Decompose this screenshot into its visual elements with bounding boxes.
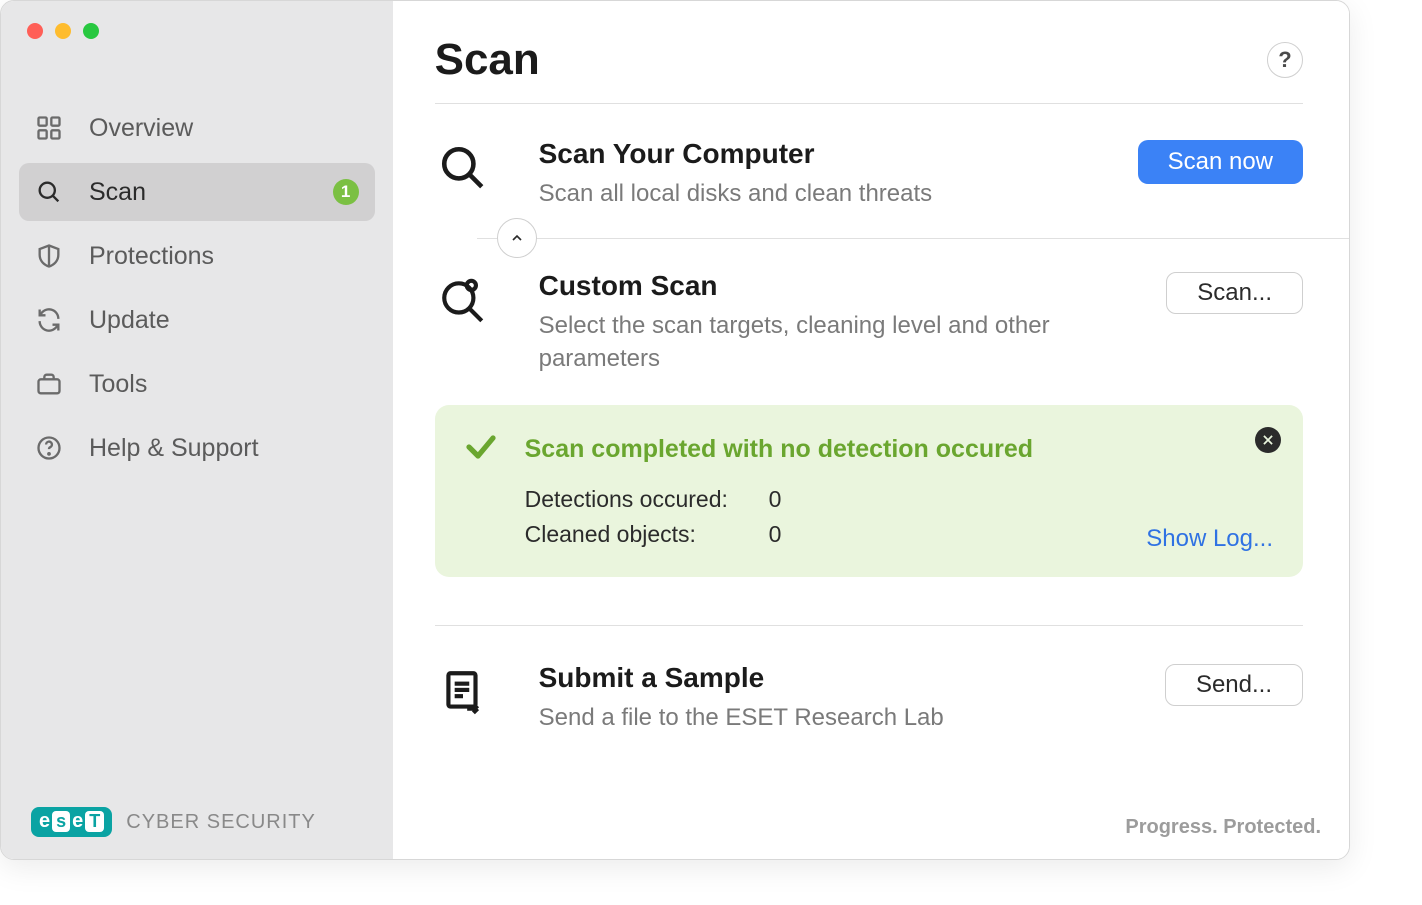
content-header: Scan ? [393, 1, 1349, 103]
minimize-window-button[interactable] [55, 23, 71, 39]
sidebar-item-label: Tools [89, 370, 359, 399]
shield-icon [35, 242, 63, 270]
sidebar-item-help[interactable]: Help & Support [19, 419, 375, 477]
detections-value: 0 [769, 482, 782, 517]
sidebar-item-protections[interactable]: Protections [19, 227, 375, 285]
scan-result-panel: Scan completed with no detection occured… [435, 405, 1303, 577]
page-title: Scan [435, 35, 540, 85]
footer-tagline: Progress. Protected. [1125, 816, 1321, 839]
section-title: Scan Your Computer [539, 138, 1123, 170]
search-icon [35, 178, 63, 206]
cleaned-label: Cleaned objects: [525, 517, 755, 552]
send-sample-button[interactable]: Send... [1165, 664, 1303, 706]
section-scan-computer: Scan Your Computer Scan all local disks … [435, 138, 1303, 210]
overview-icon [35, 114, 63, 142]
sidebar-nav: Overview Scan 1 Protections [1, 99, 393, 477]
magnifier-gear-icon [435, 272, 491, 328]
maximize-window-button[interactable] [83, 23, 99, 39]
window-controls [1, 1, 393, 39]
result-title: Scan completed with no detection occured [525, 435, 1033, 464]
notification-badge: 1 [333, 179, 359, 205]
sidebar: Overview Scan 1 Protections [1, 1, 393, 859]
sidebar-item-scan[interactable]: Scan 1 [19, 163, 375, 221]
brand-sub: CYBER SECURITY [126, 811, 316, 834]
main-content: Scan ? Scan Your Computer Scan all local… [393, 1, 1349, 859]
app-window: Overview Scan 1 Protections [0, 0, 1350, 860]
sidebar-item-label: Help & Support [89, 434, 359, 463]
section-desc: Scan all local disks and clean threats [539, 178, 1123, 210]
section-title: Submit a Sample [539, 662, 1123, 694]
detections-label: Detections occured: [525, 482, 755, 517]
divider [435, 625, 1303, 626]
content-body: Scan Your Computer Scan all local disks … [393, 104, 1349, 859]
eset-logo: eseT [31, 807, 112, 837]
help-button[interactable]: ? [1267, 42, 1303, 78]
sidebar-item-tools[interactable]: Tools [19, 355, 375, 413]
close-result-button[interactable] [1255, 427, 1281, 453]
brand-footer: eseT CYBER SECURITY [31, 807, 316, 837]
custom-scan-button[interactable]: Scan... [1166, 272, 1303, 314]
sidebar-item-label: Update [89, 306, 359, 335]
help-icon [35, 434, 63, 462]
toolbox-icon [35, 370, 63, 398]
section-separator [543, 228, 1303, 248]
cleaned-value: 0 [769, 517, 782, 552]
scan-now-button[interactable]: Scan now [1138, 140, 1303, 184]
sidebar-item-label: Scan [89, 178, 307, 207]
check-icon [463, 429, 499, 470]
close-window-button[interactable] [27, 23, 43, 39]
collapse-toggle-button[interactable] [497, 218, 537, 258]
document-send-icon [435, 664, 491, 720]
section-desc: Select the scan targets, cleaning level … [539, 310, 1123, 375]
sidebar-item-label: Protections [89, 242, 359, 271]
show-log-link[interactable]: Show Log... [1146, 525, 1273, 553]
sidebar-item-overview[interactable]: Overview [19, 99, 375, 157]
sidebar-item-label: Overview [89, 114, 359, 143]
section-custom-scan: Custom Scan Select the scan targets, cle… [435, 270, 1303, 375]
section-desc: Send a file to the ESET Research Lab [539, 702, 1123, 734]
section-submit-sample: Submit a Sample Send a file to the ESET … [435, 662, 1303, 734]
sidebar-item-update[interactable]: Update [19, 291, 375, 349]
magnifier-icon [435, 140, 491, 196]
section-title: Custom Scan [539, 270, 1123, 302]
refresh-icon [35, 306, 63, 334]
